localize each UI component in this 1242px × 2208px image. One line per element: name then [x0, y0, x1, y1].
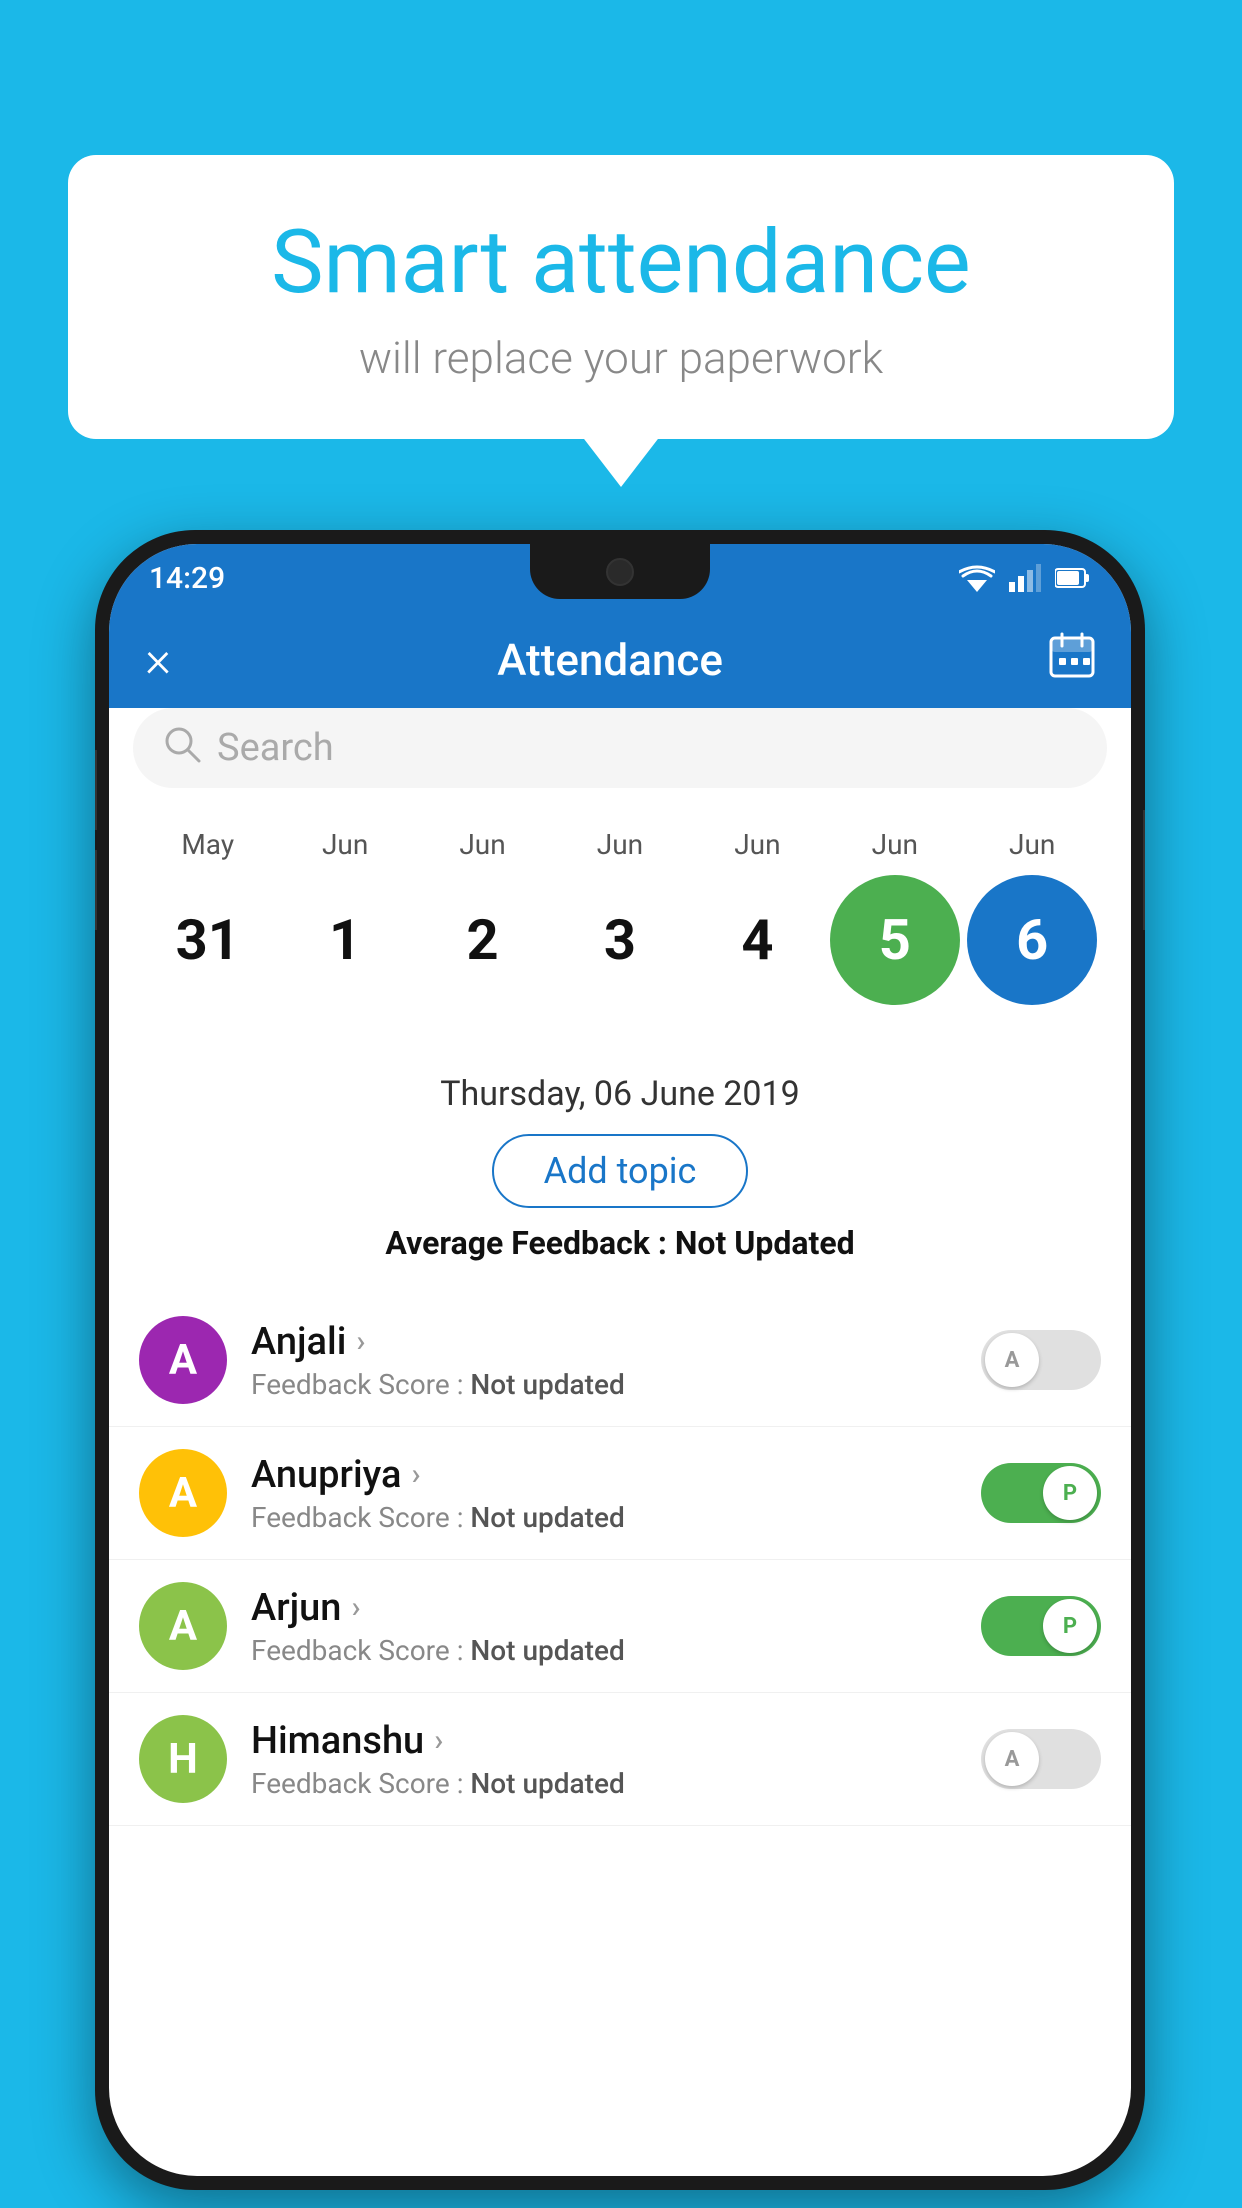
- student-info-anjali: Anjali › Feedback Score : Not updated: [251, 1320, 957, 1401]
- feedback-anjali: Feedback Score : Not updated: [251, 1368, 957, 1401]
- power-button: [1143, 810, 1145, 930]
- app-bar: × Attendance: [109, 612, 1131, 708]
- phone-frame: 14:29: [95, 530, 1145, 2190]
- app-title: Attendance: [497, 634, 723, 686]
- chevron-anjali: ›: [356, 1324, 365, 1359]
- status-time: 14:29: [149, 561, 225, 596]
- student-name-himanshu: Himanshu ›: [251, 1719, 957, 1763]
- avg-feedback-label: Average Feedback :: [385, 1224, 674, 1262]
- student-item-himanshu[interactable]: H Himanshu › Feedback Score : Not update…: [109, 1693, 1131, 1826]
- feedback-himanshu: Feedback Score : Not updated: [251, 1767, 957, 1800]
- search-icon: [163, 725, 201, 772]
- student-info-anupriya: Anupriya › Feedback Score : Not updated: [251, 1453, 957, 1534]
- status-icons: [959, 564, 1091, 592]
- add-topic-button[interactable]: Add topic: [492, 1134, 749, 1208]
- student-name-anupriya: Anupriya ›: [251, 1453, 957, 1497]
- chevron-himanshu: ›: [434, 1723, 443, 1758]
- avatar-anjali: A: [139, 1316, 227, 1404]
- wifi-icon: [959, 564, 995, 592]
- month-jun2: Jun: [418, 828, 548, 861]
- feedback-arjun: Feedback Score : Not updated: [251, 1634, 957, 1667]
- feedback-anupriya: Feedback Score : Not updated: [251, 1501, 957, 1534]
- date-row: 31 1 2 3 4 5 6: [129, 869, 1111, 1021]
- close-button[interactable]: ×: [145, 631, 171, 689]
- student-name-arjun: Arjun ›: [251, 1586, 957, 1630]
- selected-date-section: Thursday, 06 June 2019 Add topic: [109, 1074, 1131, 1208]
- avatar-arjun: A: [139, 1582, 227, 1670]
- date-1[interactable]: 1: [280, 875, 410, 1005]
- bubble-title: Smart attendance: [148, 215, 1094, 312]
- student-list: A Anjali › Feedback Score : Not updated …: [109, 1294, 1131, 2176]
- date-31[interactable]: 31: [143, 875, 273, 1005]
- student-item-anupriya[interactable]: A Anupriya › Feedback Score : Not update…: [109, 1427, 1131, 1560]
- selected-date-text: Thursday, 06 June 2019: [109, 1074, 1131, 1114]
- speech-bubble-container: Smart attendance will replace your paper…: [68, 155, 1174, 439]
- chevron-anupriya: ›: [411, 1457, 420, 1492]
- chevron-arjun: ›: [351, 1590, 360, 1625]
- bubble-subtitle: will replace your paperwork: [148, 332, 1094, 384]
- calendar-section: May Jun Jun Jun Jun Jun Jun 31 1 2 3 4 5…: [109, 808, 1131, 1021]
- avatar-anupriya: A: [139, 1449, 227, 1537]
- month-jun4: Jun: [692, 828, 822, 861]
- date-6[interactable]: 6: [967, 875, 1097, 1005]
- month-row: May Jun Jun Jun Jun Jun Jun: [129, 808, 1111, 869]
- month-jun3: Jun: [555, 828, 685, 861]
- student-item-anjali[interactable]: A Anjali › Feedback Score : Not updated …: [109, 1294, 1131, 1427]
- toggle-anupriya[interactable]: P: [981, 1463, 1101, 1523]
- calendar-icon[interactable]: [1049, 632, 1095, 689]
- date-4[interactable]: 4: [692, 875, 822, 1005]
- battery-icon: [1055, 566, 1091, 590]
- date-5[interactable]: 5: [830, 875, 960, 1005]
- avg-feedback-value: Not Updated: [675, 1224, 855, 1262]
- month-may: May: [143, 828, 273, 861]
- avg-feedback: Average Feedback : Not Updated: [109, 1224, 1131, 1262]
- month-jun5: Jun: [830, 828, 960, 861]
- speech-bubble: Smart attendance will replace your paper…: [68, 155, 1174, 439]
- phone-notch: [530, 544, 710, 599]
- student-item-arjun[interactable]: A Arjun › Feedback Score : Not updated P: [109, 1560, 1131, 1693]
- vol-down-button: [95, 850, 97, 930]
- front-camera: [606, 558, 634, 586]
- avatar-himanshu: H: [139, 1715, 227, 1803]
- search-placeholder: Search: [217, 726, 334, 770]
- phone-screen: 14:29: [109, 544, 1131, 2176]
- signal-icon: [1009, 564, 1041, 592]
- student-info-himanshu: Himanshu › Feedback Score : Not updated: [251, 1719, 957, 1800]
- toggle-anjali[interactable]: A: [981, 1330, 1101, 1390]
- search-bar[interactable]: Search: [133, 708, 1107, 788]
- month-jun6: Jun: [967, 828, 1097, 861]
- date-2[interactable]: 2: [418, 875, 548, 1005]
- date-3[interactable]: 3: [555, 875, 685, 1005]
- toggle-arjun[interactable]: P: [981, 1596, 1101, 1656]
- vol-up-button: [95, 750, 97, 830]
- toggle-himanshu[interactable]: A: [981, 1729, 1101, 1789]
- month-jun1: Jun: [280, 828, 410, 861]
- student-info-arjun: Arjun › Feedback Score : Not updated: [251, 1586, 957, 1667]
- student-name-anjali: Anjali ›: [251, 1320, 957, 1364]
